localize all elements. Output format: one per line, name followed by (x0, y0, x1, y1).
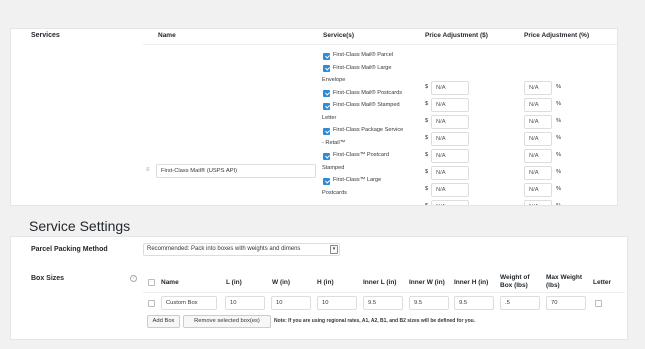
percent-symbol: % (556, 101, 562, 107)
service-checkbox-label: First-Class Package Service (333, 127, 404, 133)
currency-symbol: $ (425, 152, 429, 158)
price-adjustment-input[interactable]: N/A (431, 115, 469, 129)
service-checkbox-label: Stamped (322, 164, 345, 171)
currency-symbol: $ (425, 203, 429, 206)
packing-method-select[interactable]: Recommended: Pack into boxes with weight… (143, 243, 340, 256)
header-price-adjustment: Price Adjustment ($) (425, 32, 488, 39)
regional-rates-note: Note: If you are using regional rates, A… (274, 318, 476, 324)
currency-symbol: $ (425, 118, 429, 124)
percent-symbol: % (556, 169, 562, 175)
price-adjustment-percent-input[interactable]: N/A (524, 166, 552, 180)
box-header-max-weight: Max Weight (lbs) (546, 274, 582, 289)
services-label: Services (31, 32, 60, 39)
box-length-input[interactable]: 10 (225, 296, 265, 310)
price-adjustment-percent-input[interactable]: N/A (524, 132, 552, 146)
service-checkbox-label: - Retail™ (322, 139, 346, 146)
help-icon[interactable]: ? (130, 275, 137, 282)
currency-symbol: $ (425, 84, 429, 90)
price-adjustment-input[interactable]: N/A (431, 132, 469, 146)
packing-method-value: Recommended: Pack into boxes with weight… (147, 246, 301, 252)
services-panel: Services Name Service(s) Price Adjustmen… (10, 28, 618, 206)
service-checkbox-label: First-Class Mail® Postcards (333, 89, 403, 96)
service-checkbox-label: Envelope (322, 77, 346, 83)
box-inner-width-input[interactable]: 9.5 (409, 296, 449, 310)
service-checkbox[interactable] (323, 52, 330, 60)
service-checkbox-label: First-Class Mail® Large (333, 64, 392, 71)
percent-symbol: % (556, 135, 562, 141)
price-adjustment-percent-input[interactable]: N/A (524, 115, 552, 129)
percent-symbol: % (556, 152, 562, 158)
price-adjustment-input[interactable]: N/A (431, 200, 469, 205)
box-header-inner-l: Inner L (in) (363, 279, 397, 286)
service-checkbox-label: First-Class Mail® Parcel (333, 52, 394, 58)
price-adjustment-percent-input[interactable]: N/A (524, 98, 552, 112)
box-width-input[interactable]: 10 (271, 296, 311, 310)
box-sizes-label: Box Sizes (31, 275, 65, 282)
header-price-adjustment-percent: Price Adjustment (%) (524, 32, 590, 39)
service-checkbox[interactable] (323, 65, 330, 72)
currency-symbol: $ (425, 169, 429, 175)
box-header-divider (143, 292, 625, 293)
service-checkbox-label: Letter (322, 114, 337, 121)
box-name-input[interactable]: Custom Box (161, 296, 217, 310)
service-checkbox[interactable] (323, 102, 330, 110)
price-adjustment-percent-input[interactable]: N/A (524, 183, 552, 197)
box-header-h: H (in) (317, 279, 334, 286)
price-adjustment-input[interactable]: N/A (431, 98, 469, 112)
currency-symbol: $ (425, 186, 429, 192)
service-checkbox-label: First-Class Mail® Stamped (333, 102, 400, 108)
service-settings-title: Service Settings (29, 218, 131, 234)
box-header-weight: Weight of Box (lbs) (500, 274, 530, 289)
percent-symbol: % (556, 84, 562, 90)
box-header-letter: Letter (593, 279, 612, 286)
price-adjustment-input[interactable]: N/A (431, 149, 469, 163)
box-inner-length-input[interactable]: 9.5 (363, 296, 403, 310)
add-box-button[interactable]: Add Box (147, 315, 180, 328)
header-name: Name (158, 32, 176, 39)
percent-symbol: % (556, 203, 562, 206)
chevron-down-icon[interactable]: ▾ (330, 245, 338, 254)
box-header-name: Name (161, 279, 179, 286)
service-checkbox[interactable] (323, 152, 330, 160)
service-checkbox-label: First-Class™ Large (333, 177, 382, 183)
currency-symbol: $ (425, 135, 429, 141)
percent-symbol: % (556, 186, 562, 192)
box-inner-height-input[interactable]: 9.5 (454, 296, 494, 310)
box-header-inner-h: Inner H (in) (454, 279, 489, 286)
box-weight-input[interactable]: .5 (500, 296, 540, 310)
box-row-checkbox[interactable] (148, 300, 155, 307)
service-checkbox-label: Postcards (322, 189, 347, 196)
service-checkbox-label: First-Class™ Postcard (333, 152, 389, 158)
percent-symbol: % (556, 118, 562, 124)
price-adjustment-input[interactable]: N/A (431, 183, 469, 197)
service-checkbox[interactable] (323, 177, 330, 185)
box-header-inner-w: Inner W (in) (409, 279, 445, 286)
currency-symbol: $ (425, 101, 429, 107)
service-settings-panel: Parcel Packing Method Recommended: Pack … (10, 236, 628, 340)
remove-box-button[interactable]: Remove selected box(es) (183, 315, 271, 328)
service-name-input[interactable]: First-Class Mail® (USPS API) (156, 164, 316, 178)
box-header-w: W (in) (272, 279, 291, 286)
select-all-checkbox[interactable] (148, 279, 155, 286)
service-checkbox[interactable] (323, 127, 330, 135)
price-adjustment-input[interactable]: N/A (431, 166, 469, 180)
header-services: Service(s) (323, 32, 355, 39)
header-divider (143, 44, 617, 45)
price-adjustment-percent-input[interactable]: N/A (524, 81, 552, 95)
price-adjustment-input[interactable]: N/A (431, 81, 469, 95)
box-letter-checkbox[interactable] (595, 300, 602, 307)
price-adjustment-percent-input[interactable]: N/A (524, 200, 552, 205)
box-max-weight-input[interactable]: 70 (546, 296, 586, 310)
box-header-l: L (in) (226, 279, 242, 286)
packing-method-label: Parcel Packing Method (31, 246, 108, 253)
drag-handle-icon[interactable]: ≡ (146, 167, 150, 173)
box-height-input[interactable]: 10 (317, 296, 357, 310)
price-adjustment-percent-input[interactable]: N/A (524, 149, 552, 163)
service-checkbox[interactable] (323, 90, 330, 97)
